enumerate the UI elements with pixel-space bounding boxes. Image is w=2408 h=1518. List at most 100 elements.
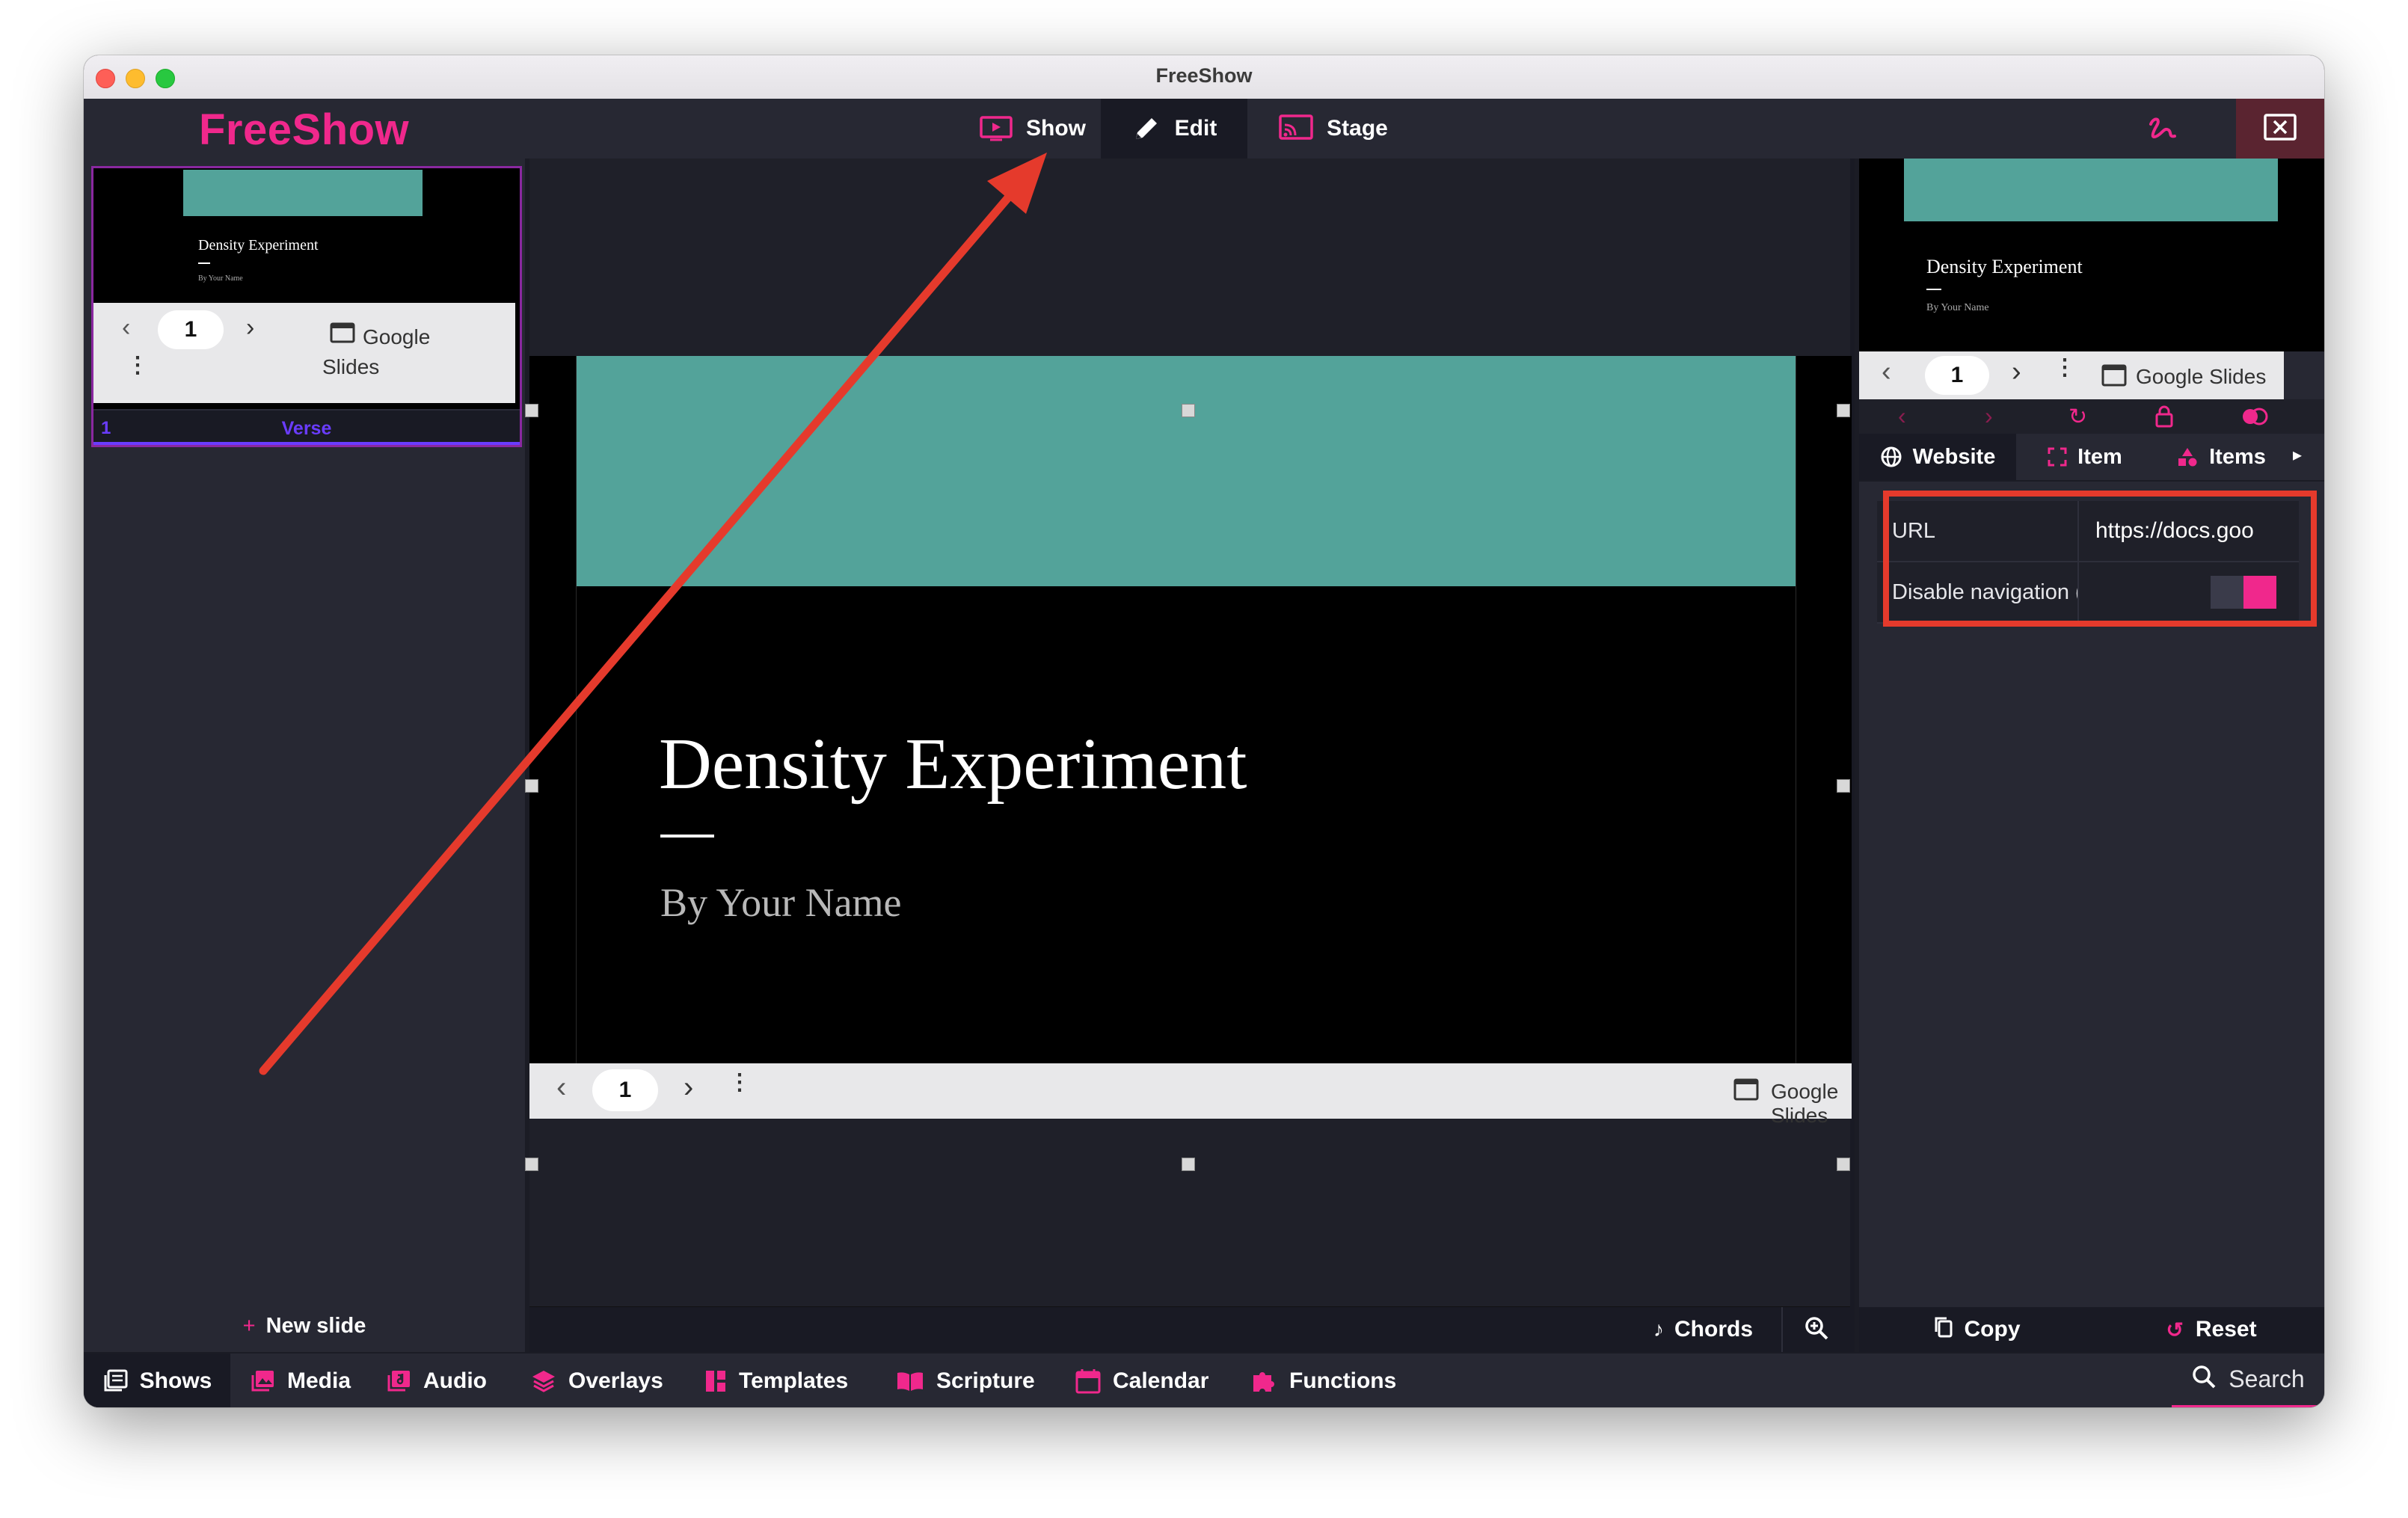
preview-source-label: Google Slides xyxy=(2136,365,2267,388)
resize-handle[interactable] xyxy=(525,1158,538,1171)
slide-banner xyxy=(577,356,1796,586)
tab-templates-label: Templates xyxy=(739,1368,849,1393)
more-vertical-icon[interactable]: ⋮ xyxy=(126,354,149,377)
draw-icon[interactable] xyxy=(2133,99,2193,159)
title-bar: FreeShow xyxy=(84,55,2324,99)
tabs-scroll-right-icon[interactable]: ▸ xyxy=(2293,444,2302,466)
tab-templates[interactable]: Templates xyxy=(704,1353,848,1407)
search-button[interactable]: Search xyxy=(2172,1353,2324,1407)
slides-logo-icon xyxy=(330,322,355,347)
source-label: Google Slides xyxy=(1771,1080,1839,1127)
zoom-button[interactable] xyxy=(1781,1307,1850,1352)
window-title: FreeShow xyxy=(1155,64,1253,87)
new-slide-label: New slide xyxy=(265,1314,366,1338)
forward-icon[interactable]: › xyxy=(1985,402,1993,430)
slide-thumbnail[interactable]: Density Experiment By Your Name ‹ 1 › ⋮ … xyxy=(91,166,522,447)
reload-icon[interactable]: ↻ xyxy=(2068,404,2087,430)
tab-stage[interactable]: Stage xyxy=(1262,99,1404,159)
preview-banner xyxy=(1904,159,2278,221)
properties-tabs: Website Item Items ▸ xyxy=(1859,434,2324,482)
slide-navbar: ‹ 1 › ⋮ Google Slides xyxy=(529,1063,1852,1127)
globe-icon xyxy=(1880,446,1902,468)
resize-handle[interactable] xyxy=(1837,404,1850,417)
preview-subtitle: By Your Name xyxy=(1926,302,1989,313)
output-preview: Density Experiment By Your Name xyxy=(1859,159,2324,351)
tab-shows[interactable]: Shows xyxy=(84,1353,230,1407)
music-note-icon: ♪ xyxy=(1653,1318,1664,1341)
tab-calendar[interactable]: Calendar xyxy=(1075,1353,1208,1407)
slide-editor: Density Experiment By Your Name ‹ 1 › ⋮ … xyxy=(525,159,1852,1352)
slide-thumb-navbar: ‹ 1 › ⋮ Google Slides xyxy=(93,303,515,403)
reset-label: Reset xyxy=(2195,1317,2257,1342)
tab-overlays[interactable]: Overlays xyxy=(531,1353,663,1407)
copy-button[interactable]: Copy xyxy=(1859,1307,2094,1352)
tab-items[interactable]: Items xyxy=(2155,434,2287,480)
chords-label: Chords xyxy=(1674,1317,1753,1342)
resize-handle[interactable] xyxy=(1182,404,1195,417)
reset-button[interactable]: ↺ Reset xyxy=(2094,1307,2324,1352)
annotation-highlight-box xyxy=(1883,491,2317,627)
search-icon xyxy=(2191,1364,2217,1395)
resize-handle[interactable] xyxy=(1837,1158,1850,1171)
app-window: FreeShow FreeShow Show Edit Stage Densit… xyxy=(84,55,2324,1407)
tab-edit[interactable]: Edit xyxy=(1101,99,1247,159)
tab-website[interactable]: Website xyxy=(1859,434,2016,480)
slide-title[interactable]: Density Experiment xyxy=(659,722,1247,806)
tab-show[interactable]: Show xyxy=(965,99,1101,159)
tab-audio[interactable]: Audio xyxy=(386,1353,487,1407)
next-page-icon[interactable]: › xyxy=(246,313,254,342)
book-icon xyxy=(896,1370,924,1392)
prev-page-icon[interactable]: ‹ xyxy=(1882,356,1891,388)
tab-overlays-label: Overlays xyxy=(568,1368,663,1393)
preview-toolbar: ‹ › ↻ xyxy=(1859,399,2324,434)
resize-handle[interactable] xyxy=(1182,1158,1195,1171)
tab-item[interactable]: Item xyxy=(2033,434,2137,480)
back-icon[interactable]: ‹ xyxy=(1898,402,1906,430)
more-vertical-icon[interactable]: ⋮ xyxy=(2054,357,2076,379)
resize-handle[interactable] xyxy=(1837,779,1850,793)
preview-divider xyxy=(1926,289,1941,290)
lock-icon[interactable] xyxy=(2155,405,2173,431)
slide-group-row: 1 Verse xyxy=(93,409,520,445)
more-vertical-icon[interactable]: ⋮ xyxy=(728,1072,751,1094)
source-label-line2: Slides xyxy=(322,355,380,378)
slide-canvas[interactable]: Density Experiment By Your Name ‹ 1 › ⋮ … xyxy=(529,356,1852,1127)
new-slide-button[interactable]: + New slide xyxy=(84,1314,525,1339)
resize-handle[interactable] xyxy=(525,404,538,417)
tab-functions[interactable]: Functions xyxy=(1250,1353,1396,1407)
next-page-icon[interactable]: › xyxy=(2012,356,2021,388)
app-logo: FreeShow xyxy=(199,105,410,154)
slides-logo-icon xyxy=(1733,1078,1759,1104)
prev-page-icon[interactable]: ‹ xyxy=(122,313,130,342)
tab-scripture[interactable]: Scripture xyxy=(896,1353,1035,1407)
shapes-icon xyxy=(2176,446,2199,467)
zoom-icon xyxy=(1804,1315,1829,1345)
properties-panel: Density Experiment By Your Name ‹ 1 › ⋮ … xyxy=(1855,159,2324,1352)
preview-title: Density Experiment xyxy=(1926,256,2083,277)
slide-thumb-divider xyxy=(198,262,210,264)
templates-icon xyxy=(704,1369,727,1393)
tab-media-label: Media xyxy=(287,1368,351,1393)
resize-handle[interactable] xyxy=(525,779,538,793)
tab-audio-label: Audio xyxy=(423,1368,487,1393)
prev-page-icon[interactable]: ‹ xyxy=(556,1071,566,1104)
tab-items-label: Items xyxy=(2209,444,2266,469)
tab-scripture-label: Scripture xyxy=(936,1368,1035,1393)
close-output-button[interactable] xyxy=(2236,99,2324,159)
chords-button[interactable]: ♪ Chords xyxy=(1653,1307,1753,1352)
frame-icon xyxy=(2048,447,2067,467)
tab-functions-label: Functions xyxy=(1289,1368,1397,1393)
next-page-icon[interactable]: › xyxy=(684,1071,693,1104)
slide-subtitle[interactable]: By Your Name xyxy=(660,879,902,926)
reset-icon: ↺ xyxy=(2166,1318,2184,1342)
tab-show-label: Show xyxy=(1026,116,1086,141)
blend-icon[interactable] xyxy=(2240,407,2269,430)
presentation-play-icon xyxy=(980,116,1013,141)
preview-navbar: ‹ 1 › ⋮ Google Slides xyxy=(1859,351,2284,399)
tab-shows-label: Shows xyxy=(139,1368,212,1393)
page-number: 1 xyxy=(158,310,224,349)
slide-divider xyxy=(660,835,714,838)
properties-bottom-bar: Copy ↺ Reset xyxy=(1859,1307,2324,1352)
tab-media[interactable]: Media xyxy=(250,1353,351,1407)
close-output-icon xyxy=(2264,113,2297,144)
